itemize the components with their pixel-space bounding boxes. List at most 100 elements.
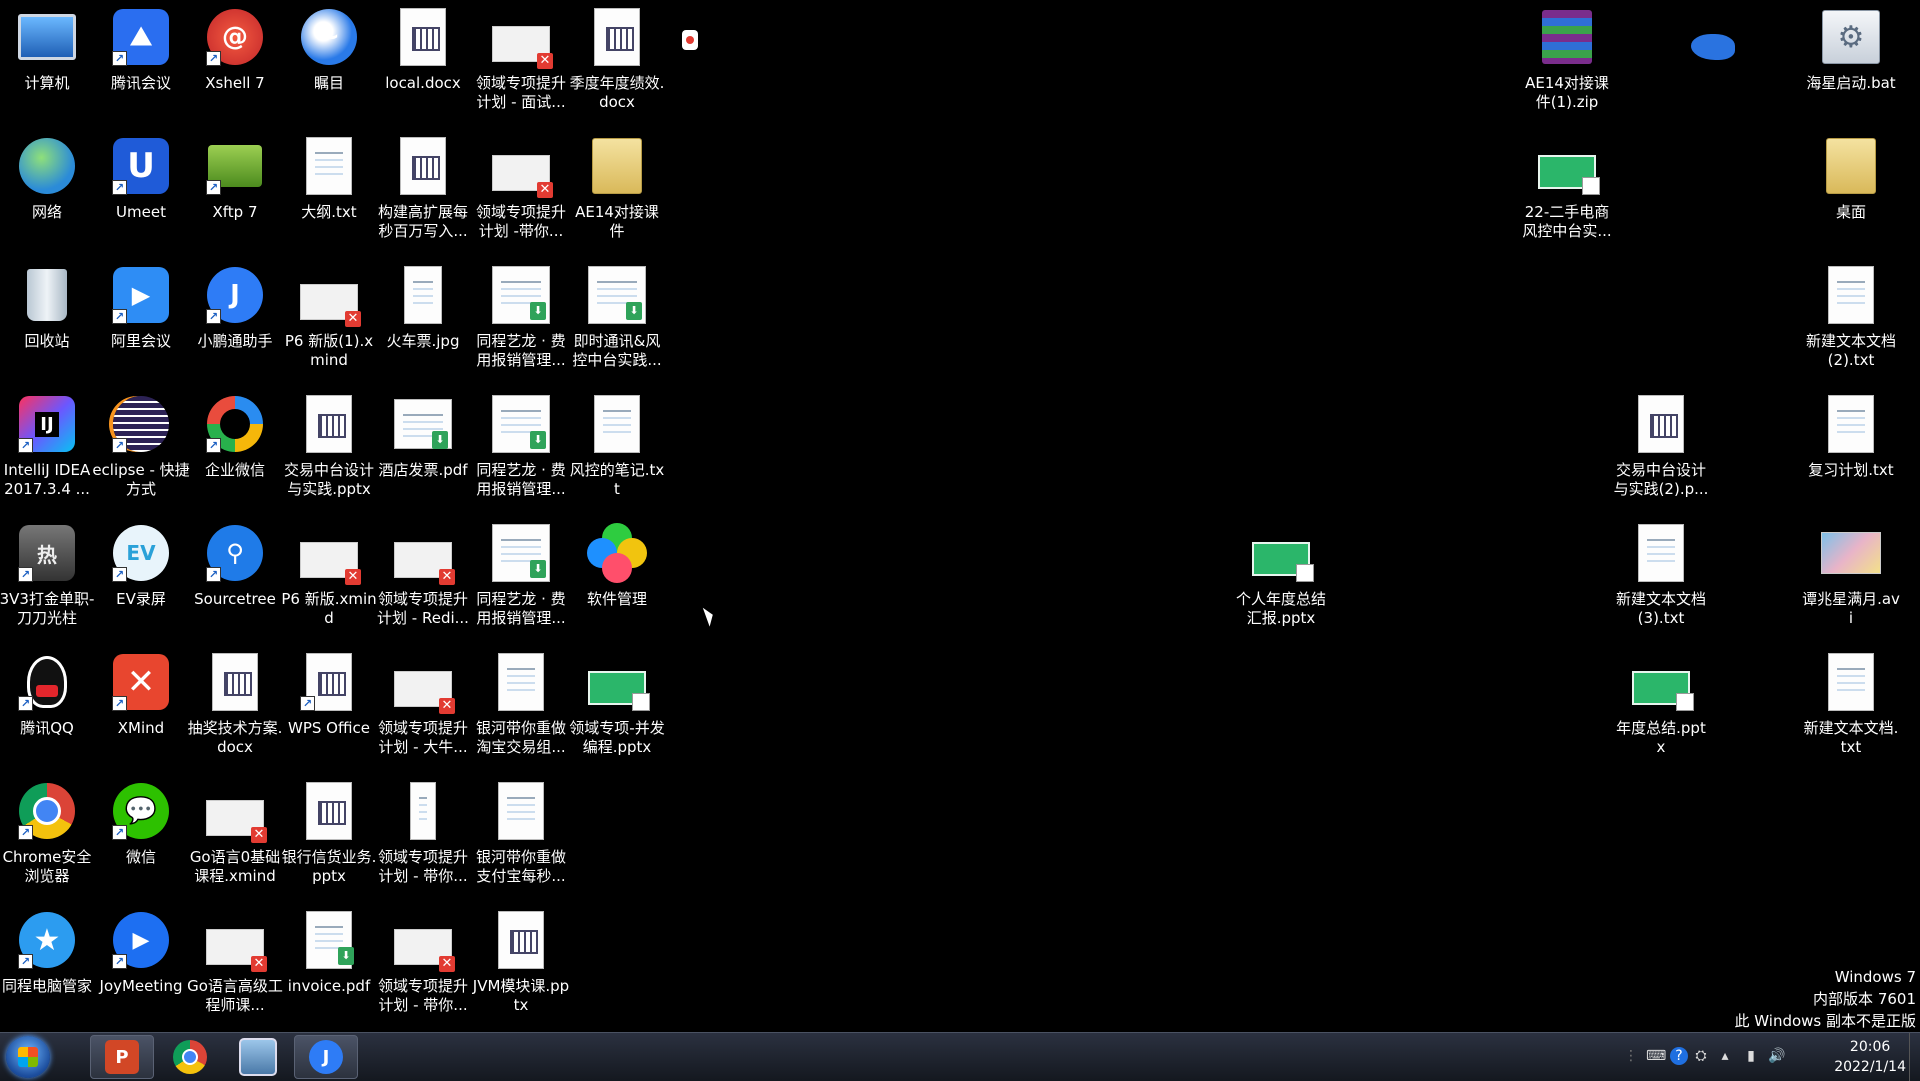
- desktop-icon-software-manager[interactable]: 软件管理: [570, 516, 664, 640]
- desktop-icon-label: Xftp 7: [212, 203, 258, 221]
- desktop-icon-plan-take-you[interactable]: ✕ 领域专项提升计划 -带你...: [474, 129, 568, 253]
- desktop-icon-lottery-doc[interactable]: 抽奖技术方案.docx: [188, 645, 282, 769]
- desktop-icon-tencent-qq[interactable]: ↗ 腾讯QQ: [0, 645, 94, 769]
- desktop-icon-label: Sourcetree: [194, 590, 276, 608]
- desktop-icon-galaxy-taobao[interactable]: 银河带你重做淘宝交易组...: [474, 645, 568, 769]
- desktop-icon-invoice-pdf[interactable]: ⬇ invoice.pdf: [282, 903, 376, 1027]
- desktop-icon-tongcheng-2[interactable]: ⬇ 同程艺龙 · 费用报销管理...: [474, 387, 568, 511]
- desktop-icon-tencent-meeting[interactable]: ⛰ ↗ 腾讯会议: [94, 0, 188, 124]
- show-hidden-icons-icon[interactable]: ▴: [1716, 1047, 1734, 1065]
- desktop-icon-go-basic[interactable]: ✕ Go语言0基础课程.xmind: [188, 774, 282, 898]
- desktop-icon-bank-credit[interactable]: 银行信货业务.pptx: [282, 774, 376, 898]
- desktop-icon-label: 腾讯会议: [110, 74, 171, 92]
- desktop-icon-game-3v3[interactable]: 热 ↗ 3V3打金单职-刀刀光柱: [0, 516, 94, 640]
- desktop-icon-go-advanced[interactable]: ✕ Go语言高级工程师课...: [187, 903, 283, 1027]
- desktop-icon-label: 抽奖技术方案.docx: [187, 719, 283, 756]
- desktop-icon-ae14-zip[interactable]: AE14对接课件(1).zip: [1520, 0, 1614, 124]
- desktop-icon-annual-summary[interactable]: 年度总结.pptx: [1614, 645, 1708, 769]
- taskbar-app-powerpoint[interactable]: P: [90, 1035, 154, 1079]
- desktop-icon-review-plan[interactable]: 复习计划.txt: [1804, 387, 1898, 511]
- desktop-icon-build-extensible[interactable]: 构建高扩展每秒百万写入...: [376, 129, 470, 253]
- desktop-icon-hotel-invoice[interactable]: ⬇ 酒店发票.pdf: [376, 387, 470, 511]
- desktop-icon-galaxy-alipay[interactable]: 银河带你重做支付宝每秒...: [474, 774, 568, 898]
- network-globe-icon: [16, 135, 78, 197]
- desktop-icon-joymeeting[interactable]: ▶ ↗ JoyMeeting: [94, 903, 188, 1027]
- desktop-icon-jvm-pptx[interactable]: JVM模块课.pptx: [473, 903, 569, 1027]
- start-button[interactable]: [6, 1036, 50, 1078]
- desktop-icon-xftp[interactable]: ↗ Xftp 7: [188, 129, 282, 253]
- desktop-icon-p6-new[interactable]: ✕ P6 新版.xmind: [281, 516, 377, 640]
- dolphin-widget-icon[interactable]: [1686, 24, 1740, 72]
- desktop-icon-label: Go语言0基础课程.xmind: [189, 848, 281, 885]
- desktop-icon-ae14-folder[interactable]: AE14对接课件: [570, 129, 664, 253]
- desktop-icon-chrome[interactable]: ↗ Chrome安全浏览器: [0, 774, 94, 898]
- video-file-icon: [1820, 522, 1882, 584]
- desktop-icon-plan-big[interactable]: ✕ 领域专项提升计划 - 大牛...: [376, 645, 470, 769]
- desktop-icon-p6-new-1[interactable]: ✕ P6 新版(1).xmind: [282, 258, 376, 382]
- desktop-icon-tiaomu[interactable]: ~ 瞩目: [282, 0, 376, 124]
- show-desktop-button[interactable]: [1909, 1033, 1920, 1081]
- desktop-icon-quarterly-perf[interactable]: 季度年度绩效.docx: [570, 0, 664, 124]
- desktop-icon-tongcheng-3[interactable]: ⬇ 同程艺龙 · 费用报销管理...: [474, 516, 568, 640]
- desktop-icon-secondhand-risk[interactable]: 22-二手电商风控中台实...: [1520, 129, 1614, 253]
- desktop-icon-haixing-bat[interactable]: ⚙ 海星启动.bat: [1804, 0, 1898, 124]
- desktop-icon-plan-redis[interactable]: ✕ 领域专项提升计划 - Redi...: [376, 516, 470, 640]
- desktop-icon-outline-txt[interactable]: 大纲.txt: [282, 129, 376, 253]
- desktop-icon-wecom[interactable]: ↗ 企业微信: [188, 387, 282, 511]
- desktop-icon-trade-center-2[interactable]: 交易中台设计与实践(2).p...: [1614, 387, 1708, 511]
- desktop-icon-tongcheng-manager[interactable]: ★ ↗ 同程电脑管家: [0, 903, 94, 1027]
- keyboard-icon[interactable]: ⌨: [1646, 1047, 1666, 1065]
- wps-ppt-icon: [392, 135, 454, 197]
- desktop-icon-label: 网络: [31, 203, 62, 221]
- desktop-icon-annual-report[interactable]: 个人年度总结汇报.pptx: [1234, 516, 1328, 640]
- desktop-icon-xshell[interactable]: @ ↗ Xshell 7: [188, 0, 282, 124]
- desktop-icon-new-txt-2[interactable]: 新建文本文档(2).txt: [1804, 258, 1898, 382]
- help-icon[interactable]: ?: [1670, 1047, 1688, 1065]
- desktop-icon-label: 领域专项提升计划 -带你...: [475, 203, 566, 240]
- xmind-file-icon: ✕: [392, 909, 455, 972]
- desktop-icon-intellij[interactable]: IJ ↗ IntelliJ IDEA 2017.3.4 ...: [0, 387, 94, 511]
- desktop-icon-ali-meeting[interactable]: ▶ ↗ 阿里会议: [94, 258, 188, 382]
- desktop-icon-domain-concurrency[interactable]: 领域专项-并发编程.pptx: [569, 645, 665, 769]
- desktop-icon-plan-take-you-2[interactable]: 领域专项提升计划 - 带你...: [376, 774, 470, 898]
- taskbar-app-xiaopeng[interactable]: J: [294, 1035, 358, 1079]
- desktop-icon-avi-video[interactable]: 谭兆星满月.avi: [1802, 516, 1900, 640]
- desktop-icon-label: 同程电脑管家: [1, 977, 92, 995]
- desktop-icon-label: IntelliJ IDEA 2017.3.4 ...: [3, 461, 91, 498]
- desktop-icon-trade-center[interactable]: 交易中台设计与实践.pptx: [282, 387, 376, 511]
- desktop-icon-plan-take-you-3[interactable]: ✕ 领域专项提升计划 - 带你...: [376, 903, 470, 1027]
- wps-ppt-icon: [298, 393, 360, 455]
- taskbar-app-remote-desktop[interactable]: [226, 1035, 290, 1079]
- network-signal-icon[interactable]: ▮: [1742, 1047, 1760, 1065]
- desktop-icon-xmind[interactable]: ✕ ↗ XMind: [94, 645, 188, 769]
- volume-icon[interactable]: 🔊: [1768, 1047, 1786, 1065]
- desktop-icon-train-ticket[interactable]: 火车票.jpg: [376, 258, 470, 382]
- desktop-icon-label: P6 新版(1).xmind: [284, 332, 374, 369]
- desktop-icon-im-risk[interactable]: ⬇ 即时通讯&风控中台实践...: [570, 258, 664, 382]
- taskbar-clock[interactable]: 20:06 2022/1/14: [1834, 1037, 1906, 1077]
- desktop-icon-label: 谭兆星满月.avi: [1802, 590, 1900, 627]
- desktop-icon-desktop-folder[interactable]: 桌面: [1804, 129, 1898, 253]
- desktop-icon-ev-recorder[interactable]: EV ↗ EV录屏: [94, 516, 188, 640]
- desktop-icon-wechat[interactable]: 💬 ↗ 微信: [94, 774, 188, 898]
- desktop-icon-plan-interview[interactable]: ✕ 领域专项提升计划 - 面试...: [474, 0, 568, 124]
- desktop-icon-wps-office[interactable]: ↗ WPS Office: [282, 645, 376, 769]
- desktop-icon-new-txt-3[interactable]: 新建文本文档(3).txt: [1614, 516, 1708, 640]
- desktop-icon-network[interactable]: 网络: [0, 129, 94, 253]
- tray-settings-icon[interactable]: ⛭: [1692, 1047, 1710, 1065]
- text-file-icon: [1820, 393, 1882, 455]
- desktop-icon-new-txt[interactable]: 新建文本文档.txt: [1804, 645, 1898, 769]
- floating-widget-icon[interactable]: [682, 30, 698, 50]
- desktop-icon-xiaopeng[interactable]: J ↗ 小鹏通助手: [188, 258, 282, 382]
- desktop-icon-label: 新建文本文档(3).txt: [1615, 590, 1706, 627]
- desktop-icon-local-docx[interactable]: local.docx: [376, 0, 470, 124]
- desktop-icon-umeet[interactable]: U ↗ Umeet: [94, 129, 188, 253]
- desktop-icon-computer[interactable]: 计算机: [0, 0, 94, 124]
- desktop-icon-eclipse[interactable]: ↗ eclipse - 快捷方式: [92, 387, 190, 511]
- wecom-icon: ↗: [204, 393, 266, 455]
- taskbar-app-chrome[interactable]: [158, 1035, 222, 1079]
- desktop-icon-tongcheng-1[interactable]: ⬇ 同程艺龙 · 费用报销管理...: [474, 258, 568, 382]
- desktop-icon-risk-notes[interactable]: 风控的笔记.txt: [570, 387, 664, 511]
- desktop-icon-sourcetree[interactable]: ⚲ ↗ Sourcetree: [188, 516, 282, 640]
- desktop-icon-recycle-bin[interactable]: 回收站: [0, 258, 94, 382]
